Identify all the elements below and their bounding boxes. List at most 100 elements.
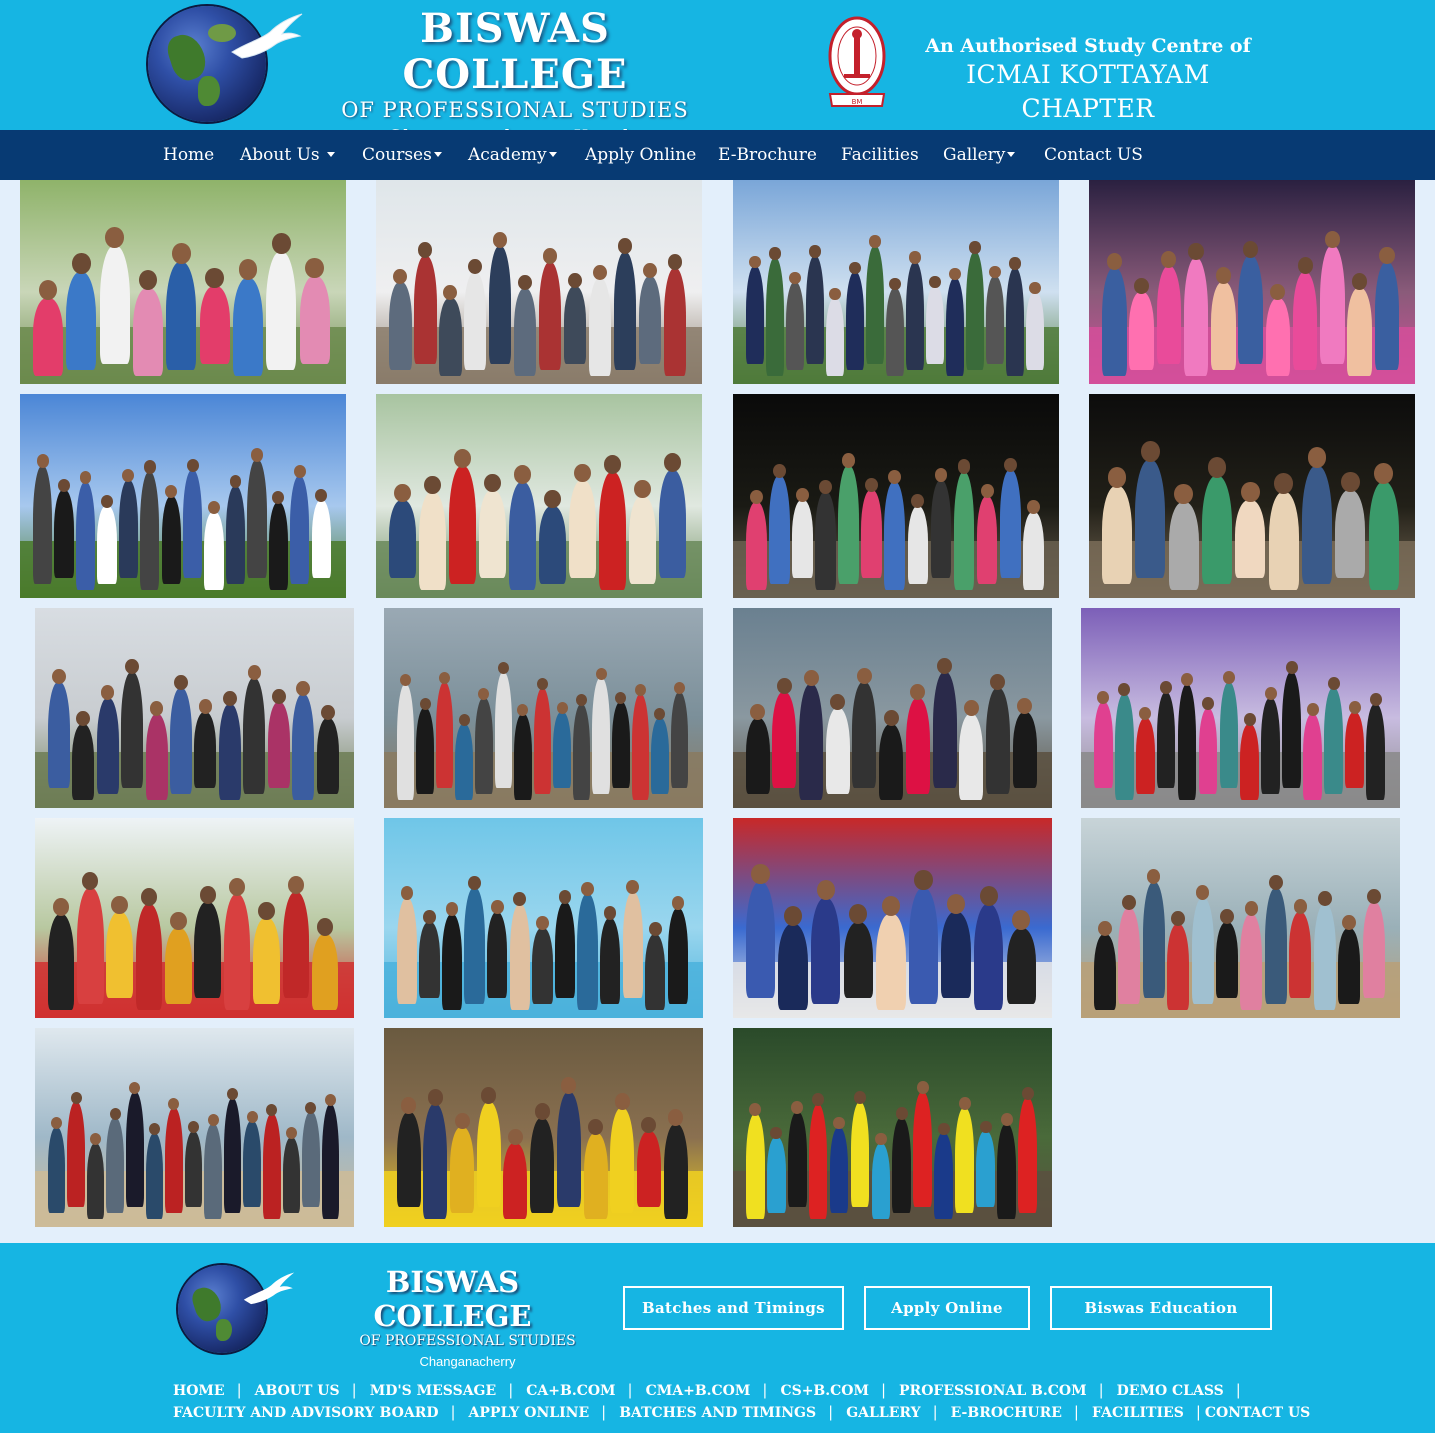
person-head (1181, 673, 1193, 686)
nav-e-brochure[interactable]: E-Brochure (718, 130, 817, 180)
person-head (641, 1117, 657, 1134)
person-head (36, 454, 49, 468)
person-figure (96, 698, 119, 794)
footer-link-facilities[interactable]: FACILITIES (1092, 1405, 1184, 1421)
person-figure (568, 479, 596, 578)
footer-link-about-us[interactable]: ABOUT US (255, 1383, 340, 1399)
person-figure (476, 1101, 501, 1208)
gallery-photo-girls-on-thrill-ride[interactable] (733, 818, 1052, 1018)
person-head (980, 483, 994, 499)
footer-link-home[interactable]: HOME (173, 1383, 225, 1399)
person-head (749, 1102, 762, 1116)
person-head (122, 468, 135, 482)
nav-apply-online[interactable]: Apply Online (585, 130, 696, 180)
person-figure (1006, 928, 1036, 1004)
footer-link-e-brochure[interactable]: E-BROCHURE (951, 1405, 1062, 1421)
person-figure (487, 912, 508, 998)
person-head (518, 274, 533, 291)
person-head (1369, 693, 1382, 706)
person-head (205, 267, 224, 289)
person-figure (435, 682, 454, 788)
nav-facilities[interactable]: Facilities (841, 130, 919, 180)
person-figure (423, 1103, 448, 1220)
gallery-photo-group-under-tree[interactable] (20, 180, 346, 384)
person-figure (799, 684, 824, 800)
gallery-photo-group-on-beach-overcast[interactable] (376, 180, 702, 384)
gallery-photo-boys-at-beach-evening[interactable] (733, 608, 1052, 808)
person-head (272, 490, 285, 505)
nav-about-us[interactable]: About Us (240, 130, 336, 180)
gallery-photo-boys-on-hill-tea-garden[interactable] (733, 180, 1059, 384)
person-figure (47, 914, 75, 1010)
person-figure (563, 286, 587, 364)
biswas-education-button[interactable]: Biswas Education (1050, 1286, 1272, 1330)
person-figure (651, 718, 669, 794)
apply-online-button[interactable]: Apply Online (864, 1286, 1030, 1330)
footer-link-md-s-message[interactable]: MD'S MESSAGE (370, 1383, 496, 1399)
footer-link-separator: | (1235, 1381, 1241, 1399)
person-figure (1025, 292, 1044, 370)
nav-gallery[interactable]: Gallery (943, 130, 1016, 180)
person-figure (262, 1113, 281, 1220)
person-figure (745, 718, 770, 794)
nav-academy[interactable]: Academy (468, 130, 557, 180)
person-head (1244, 901, 1259, 916)
person-figure (1183, 257, 1209, 376)
person-figure (1235, 500, 1266, 578)
person-head (654, 708, 666, 720)
footer-link-gallery[interactable]: GALLERY (846, 1405, 920, 1421)
person-head (917, 1080, 929, 1094)
person-head (165, 484, 178, 499)
person-head (1220, 909, 1234, 924)
gallery-photo-boys-in-forest[interactable] (733, 1028, 1052, 1227)
person-head (419, 698, 431, 710)
nav-home[interactable]: Home (163, 130, 214, 180)
footer-link-professional-b-com[interactable]: PROFESSIONAL B.COM (899, 1383, 1087, 1399)
person-head (1265, 687, 1277, 700)
gallery-photo-boys-in-sea-waves[interactable] (384, 608, 703, 808)
footer-link-demo-class[interactable]: DEMO CLASS (1117, 1383, 1224, 1399)
person-figure (396, 684, 415, 800)
nav-contact-us[interactable]: Contact US (1044, 130, 1143, 180)
footer-link-apply-online[interactable]: APPLY ONLINE (469, 1405, 590, 1421)
gallery-photo-girls-in-party-bus[interactable] (1089, 180, 1415, 384)
gallery-photo-crowd-in-wave-pool[interactable] (384, 818, 703, 1018)
gallery-photo-group-at-hill-station-building[interactable] (35, 608, 354, 808)
person-head (293, 464, 306, 478)
person-head (227, 1087, 239, 1100)
footer-link-faculty-and-advisory-board[interactable]: FACULTY AND ADVISORY BOARD (173, 1405, 438, 1421)
person-head (497, 662, 509, 674)
person-figure (852, 682, 877, 788)
footer-link-ca-b-com[interactable]: CA+B.COM (526, 1383, 615, 1399)
person-head (188, 1121, 199, 1134)
gallery-photo-group-at-church-steps[interactable] (20, 394, 346, 598)
gallery-photo-girls-on-beach-sand[interactable] (1081, 818, 1400, 1018)
footer-link-contact-us[interactable]: CONTACT US (1205, 1405, 1310, 1421)
person-figure (908, 888, 939, 1004)
photo-people (746, 453, 1046, 590)
person-head (468, 876, 481, 890)
gallery-photo-group-on-beach-morning[interactable] (35, 1028, 354, 1227)
gallery-photo-group-selfie-under-tree[interactable] (376, 394, 702, 598)
person-figure (1102, 485, 1133, 584)
person-figure (1168, 502, 1199, 590)
person-head (957, 459, 971, 474)
gallery-photo-kids-on-caterpillar-ride[interactable] (384, 1028, 703, 1227)
gallery-photo-group-at-night-campfire[interactable] (733, 394, 1059, 598)
person-figure (871, 1143, 891, 1220)
footer-link-cs-b-com[interactable]: CS+B.COM (780, 1383, 869, 1399)
gallery-photo-girls-at-night-campfire[interactable] (1089, 394, 1415, 598)
footer-link-batches-and-timings[interactable]: BATCHES AND TIMINGS (619, 1405, 816, 1421)
nav-courses[interactable]: Courses (362, 130, 442, 180)
person-figure (464, 271, 487, 370)
batches-and-timings-button[interactable]: Batches and Timings (623, 1286, 844, 1330)
footer-link-cma-b-com[interactable]: CMA+B.COM (646, 1383, 751, 1399)
person-head (537, 678, 548, 690)
nav-gallery-label: Gallery (943, 145, 1006, 165)
gallery-photo-girls-at-amusement-park[interactable] (1081, 608, 1400, 808)
person-figure (441, 914, 463, 1010)
person-figure (464, 888, 485, 1004)
person-head (829, 288, 841, 301)
person-head (484, 473, 501, 493)
gallery-photo-group-on-roller-coaster[interactable] (35, 818, 354, 1018)
